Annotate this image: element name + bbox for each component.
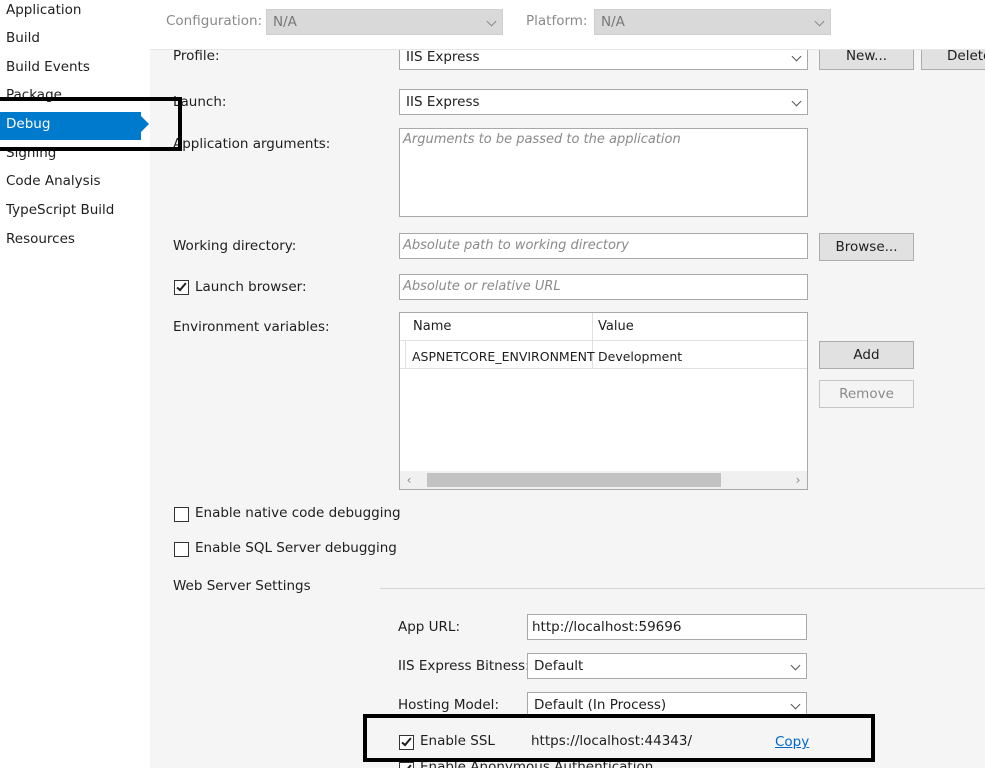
application-arguments-input[interactable]: Arguments to be passed to the applicatio… [399, 128, 808, 217]
app-url-input[interactable]: http://localhost:59696 [527, 614, 807, 640]
chevron-down-icon [790, 699, 801, 710]
sidebar-item-application[interactable]: Application [0, 0, 150, 26]
configuration-select-value: N/A [273, 14, 297, 30]
iis-bitness-select-value: Default [534, 658, 584, 674]
configuration-select[interactable]: N/A [266, 9, 503, 35]
configuration-bar: Configuration: N/A Platform: N/A [150, 0, 985, 50]
platform-select[interactable]: N/A [594, 9, 831, 35]
launch-select-value: IIS Express [406, 94, 480, 110]
web-server-settings-heading: Web Server Settings [173, 578, 311, 594]
native-debugging-label: Enable native code debugging [195, 505, 401, 521]
sidebar-item-code-analysis[interactable]: Code Analysis [0, 169, 150, 197]
sql-debugging-label: Enable SQL Server debugging [195, 540, 397, 556]
chevron-down-icon [791, 51, 802, 62]
platform-select-value: N/A [601, 14, 625, 30]
sidebar-item-resources[interactable]: Resources [0, 227, 150, 255]
add-env-var-button[interactable]: Add [819, 341, 914, 369]
chevron-down-icon [790, 660, 801, 671]
launch-browser-label: Launch browser: [195, 279, 307, 295]
working-directory-label: Working directory: [173, 238, 297, 254]
environment-variables-label: Environment variables: [173, 319, 330, 335]
profile-label: Profile: [173, 48, 220, 64]
launch-url-input[interactable]: Absolute or relative URL [399, 274, 808, 300]
sidebar-item-build[interactable]: Build [0, 26, 150, 54]
horizontal-scrollbar[interactable]: ‹ › [400, 471, 807, 489]
sql-debugging-checkbox[interactable] [174, 542, 189, 557]
sidebar-item-typescript-build[interactable]: TypeScript Build [0, 198, 150, 226]
grid-header: Name Value [400, 313, 807, 341]
environment-variables-grid[interactable]: Name Value ASPNETCORE_ENVIRONMENT Develo… [399, 312, 808, 490]
configuration-label: Configuration: [166, 13, 263, 29]
chevron-down-icon [791, 96, 802, 107]
application-arguments-label: Application arguments: [173, 136, 331, 152]
native-debugging-checkbox[interactable] [174, 507, 189, 522]
env-var-name-cell[interactable]: ASPNETCORE_ENVIRONMENT [412, 349, 595, 364]
table-row[interactable]: ASPNETCORE_ENVIRONMENT Development [400, 342, 807, 369]
launch-select[interactable]: IIS Express [399, 89, 808, 115]
scroll-left-icon[interactable]: ‹ [400, 471, 418, 489]
working-directory-input[interactable]: Absolute path to working directory [399, 233, 808, 259]
hosting-model-select-value: Default (In Process) [534, 697, 667, 713]
profile-select-value: IIS Express [406, 49, 480, 65]
platform-label: Platform: [526, 13, 588, 29]
remove-env-var-button[interactable]: Remove [819, 380, 914, 408]
iis-bitness-label: IIS Express Bitness: [398, 658, 530, 674]
scroll-right-icon[interactable]: › [789, 471, 807, 489]
checkmark-icon [401, 762, 412, 768]
browse-button[interactable]: Browse... [819, 233, 914, 261]
hosting-model-label: Hosting Model: [398, 697, 499, 713]
iis-bitness-select[interactable]: Default [527, 653, 807, 679]
env-var-value-cell[interactable]: Development [598, 349, 682, 364]
section-divider [380, 588, 985, 589]
launch-browser-checkbox[interactable] [174, 280, 189, 295]
sidebar-item-build-events[interactable]: Build Events [0, 55, 150, 83]
scrollbar-thumb[interactable] [427, 473, 721, 487]
chevron-down-icon [814, 16, 825, 27]
checkmark-icon [176, 280, 187, 292]
debug-highlight-box [0, 97, 182, 151]
column-header-name[interactable]: Name [413, 319, 451, 334]
anonymous-auth-checkbox[interactable] [399, 762, 414, 768]
column-header-value[interactable]: Value [598, 319, 634, 334]
chevron-down-icon [486, 16, 497, 27]
ssl-highlight-box [363, 714, 875, 762]
app-url-label: App URL: [398, 619, 460, 635]
